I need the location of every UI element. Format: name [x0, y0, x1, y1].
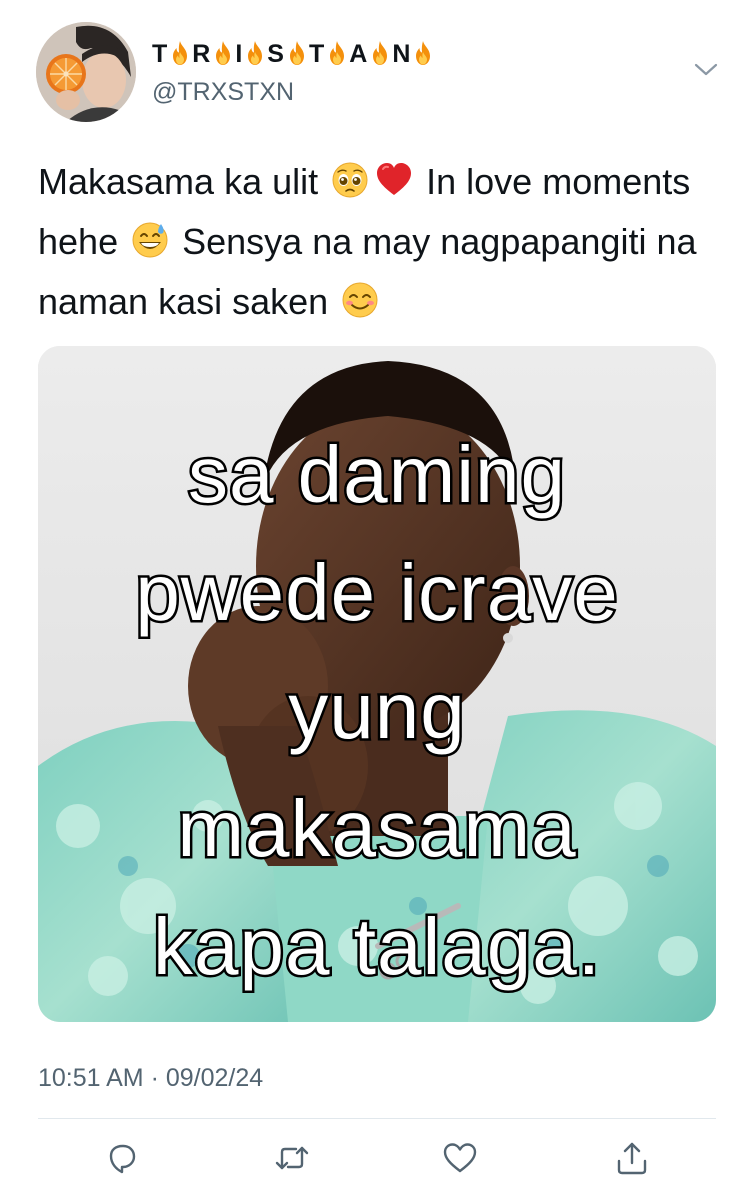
smiling-face-icon: [340, 280, 380, 335]
avatar[interactable]: [36, 22, 136, 122]
tweet-media-image[interactable]: sa daming pwede icrave yung makasama kapa ta…: [38, 346, 716, 1022]
tweet-timestamp[interactable]: 10:51 AM · 09/02/24: [38, 1064, 263, 1093]
tweet-text: Makasama ka ulit In love moments hehe Se…: [38, 155, 718, 335]
display-name-letter: S: [267, 40, 285, 68]
fire-emoji-icon: [244, 40, 266, 73]
meta-separator: ·: [150, 1064, 159, 1092]
tweet: TRISTAN @TRXSTXN Makasama ka ulit In lov…: [0, 0, 752, 1200]
retweet-button[interactable]: [272, 1138, 312, 1178]
display-name[interactable]: TRISTAN: [152, 40, 435, 73]
avatar-photo: [36, 22, 136, 122]
reply-icon: [109, 1144, 136, 1174]
pleading-face-icon: [330, 160, 370, 215]
display-name-letter: A: [349, 40, 369, 68]
like-button[interactable]: [440, 1138, 480, 1178]
meme-caption-line: makasama: [175, 782, 578, 876]
like-icon: [443, 1143, 477, 1173]
chevron-down-icon[interactable]: [692, 60, 720, 80]
meme-caption: sa daming pwede icrave yung makasama kapa ta…: [38, 416, 716, 1006]
share-button[interactable]: [612, 1138, 652, 1178]
fire-emoji-icon: [326, 40, 348, 73]
meme-caption-line: yung: [286, 664, 467, 758]
reply-button[interactable]: [102, 1138, 142, 1178]
display-name-letter: R: [192, 40, 212, 68]
display-name-letter: T: [152, 40, 169, 68]
tweet-time: 10:51 AM: [38, 1064, 144, 1092]
meme-caption-line: pwede icrave: [133, 546, 620, 640]
display-name-letter: T: [308, 40, 326, 68]
display-name-letter: I: [235, 40, 244, 68]
red-heart-icon: [374, 160, 414, 215]
share-icon: [617, 1142, 647, 1175]
tweet-date: 09/02/24: [165, 1064, 264, 1092]
meme-caption-line: sa daming: [185, 428, 567, 522]
grinning-sweat-face-icon: [130, 220, 170, 275]
username-handle[interactable]: @TRXSTXN: [152, 78, 294, 107]
fire-emoji-icon: [369, 40, 391, 73]
fire-emoji-icon: [169, 40, 191, 73]
divider: [38, 1118, 716, 1119]
display-name-letter: N: [392, 40, 412, 68]
meme-caption-line: kapa talaga.: [151, 900, 603, 994]
fire-emoji-icon: [212, 40, 234, 73]
action-bar: [0, 1138, 752, 1182]
fire-emoji-icon: [286, 40, 308, 73]
retweet-icon: [275, 1146, 309, 1170]
tweet-text-part1: Makasama ka ulit: [38, 161, 319, 202]
fire-emoji-icon: [412, 40, 434, 73]
